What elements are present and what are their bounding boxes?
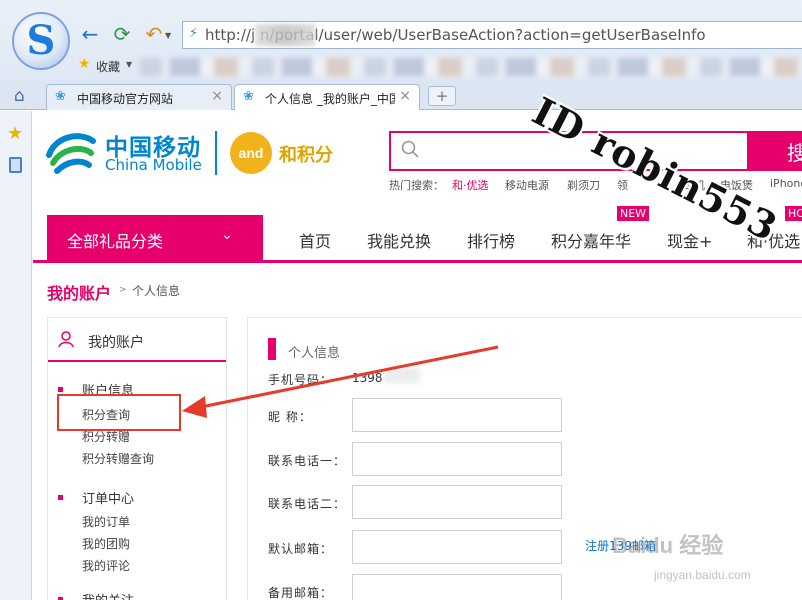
user-icon [58,331,74,348]
phone-label: 手机号码： [268,373,334,387]
lightning-icon: ⚡ [189,26,199,41]
browser-logo-icon[interactable]: S [12,12,70,70]
contact-phone-2-label: 联系电话二： [268,497,347,511]
hot-search-item[interactable]: 剃须刀 [567,177,600,193]
brand-name-en: China Mobile [105,156,202,174]
hot-badge: HOT [785,206,802,221]
new-tab-button[interactable]: + [428,86,456,106]
hjf-logo-text: 和积分 [279,145,333,166]
address-redaction [255,24,315,46]
contact-phone-1-field[interactable] [352,442,562,476]
breadcrumb-separator: > [119,285,127,295]
search-button[interactable]: 搜 [749,131,802,171]
refresh-icon[interactable]: ⟳ [110,22,134,46]
contact-phone-2-field[interactable] [352,485,562,519]
bullet-icon [58,387,63,392]
favorites-star-icon[interactable]: ★ [7,123,23,144]
nav-item-home[interactable]: 首页 [299,228,331,252]
undo-icon[interactable]: ↶ [142,22,166,46]
hot-search-item[interactable]: iPhone [770,177,802,190]
browser-toolbar: S ← ⟳ ↶ ▼ ⚡ http://j n/portal/user/web/U… [0,0,802,80]
china-mobile-favicon-icon: ❀ [243,89,254,104]
sidebar-link-my-orders[interactable]: 我的订单 [82,513,130,530]
account-sidebar: 我的账户 账户信息 积分查询 积分转赠 积分转赠查询 订单中心 我的订单 我的团… [47,317,227,600]
search-icon [401,140,419,158]
nav-item-carnival[interactable]: 积分嘉年华 [551,228,631,252]
backup-email-field[interactable] [352,574,562,600]
sidebar-link-my-groupbuy[interactable]: 我的团购 [82,535,130,552]
breadcrumb-current: 个人信息 [132,284,181,298]
undo-dropdown-icon[interactable]: ▼ [165,31,171,40]
favorites-star-icon: ★ [78,56,91,72]
account-sidebar-header: 我的账户 [48,318,226,362]
section-marker [268,338,276,360]
tab-strip: ⌂ ❀ 中国移动官方网站 × ❀ 个人信息 _我的账户_中国移动 × + [0,80,802,110]
default-email-field[interactable] [352,530,562,564]
main-nav: 全部礼品分类 ⌄ 首页 我能兑换 排行榜 积分嘉年华 现金+ 和·优选 NEW … [33,206,802,263]
sidebar-group-following: 我的关注 [82,590,134,600]
hot-search-label: 热门搜索： [389,179,444,192]
tab-personal-info[interactable]: ❀ 个人信息 _我的账户_中国移动 × [234,84,420,110]
hjf-logo-icon: and [230,132,272,174]
sidebar-link-transfer-query[interactable]: 积分转赠查询 [82,450,154,467]
nickname-field[interactable] [352,398,562,432]
category-menu-label: 全部礼品分类 [67,232,164,251]
nav-item-redeemable[interactable]: 我能兑换 [367,228,431,252]
breadcrumb-my-account[interactable]: 我的账户 [47,280,111,304]
baidu-jingyan-logo: Baidu 经验 [612,533,724,558]
category-menu-button[interactable]: 全部礼品分类 ⌄ [47,215,263,261]
sidebar-group-orders: 订单中心 [82,492,135,507]
bullet-icon [58,495,63,500]
logo-divider [215,131,217,175]
baidu-jingyan-url: jingyan.baidu.com [654,568,751,582]
favorites-label: 收藏 [96,60,121,74]
phone-redaction [384,367,420,383]
account-sidebar-title: 我的账户 [88,335,144,351]
nav-item-cash-plus[interactable]: 现金+ [667,228,712,252]
browser-sidebar: ★ [0,111,32,600]
reading-icon[interactable] [9,157,22,173]
hot-search-item[interactable]: 和·优选 [452,177,489,193]
address-bar[interactable]: ⚡ http://j n/portal/user/web/UserBaseAct… [182,21,802,49]
back-arrow-icon[interactable]: ← [78,22,102,46]
default-email-label: 默认邮箱： [268,542,334,556]
favorites-dropdown-icon: ▼ [126,60,133,69]
tab-label: 中国移动官方网站 [77,92,174,106]
china-mobile-favicon-icon: ❀ [55,89,66,104]
sidebar-link-my-reviews[interactable]: 我的评论 [82,557,130,574]
bookmarks-bar-redacted [140,58,802,76]
nav-item-ranking[interactable]: 排行榜 [467,228,515,252]
china-mobile-logo-icon[interactable] [45,129,97,175]
tab-close-icon[interactable]: × [399,88,411,104]
tab-label: 个人信息 _我的账户_中国移动 [265,92,395,106]
nickname-label: 昵 称： [268,410,312,424]
chevron-down-icon: ⌄ [221,227,233,243]
backup-email-label: 备用邮箱： [268,586,334,600]
contact-phone-1-label: 联系电话一： [268,454,347,468]
home-icon[interactable]: ⌂ [14,86,25,106]
highlight-box [57,394,181,431]
phone-value: 1398 [352,371,383,385]
new-badge: NEW [617,206,650,221]
hot-search-item[interactable]: 移动电源 [505,177,549,193]
tab-china-mobile-home[interactable]: ❀ 中国移动官方网站 × [46,84,232,110]
tab-close-icon[interactable]: × [211,88,223,104]
profile-title: 个人信息 [288,346,341,361]
